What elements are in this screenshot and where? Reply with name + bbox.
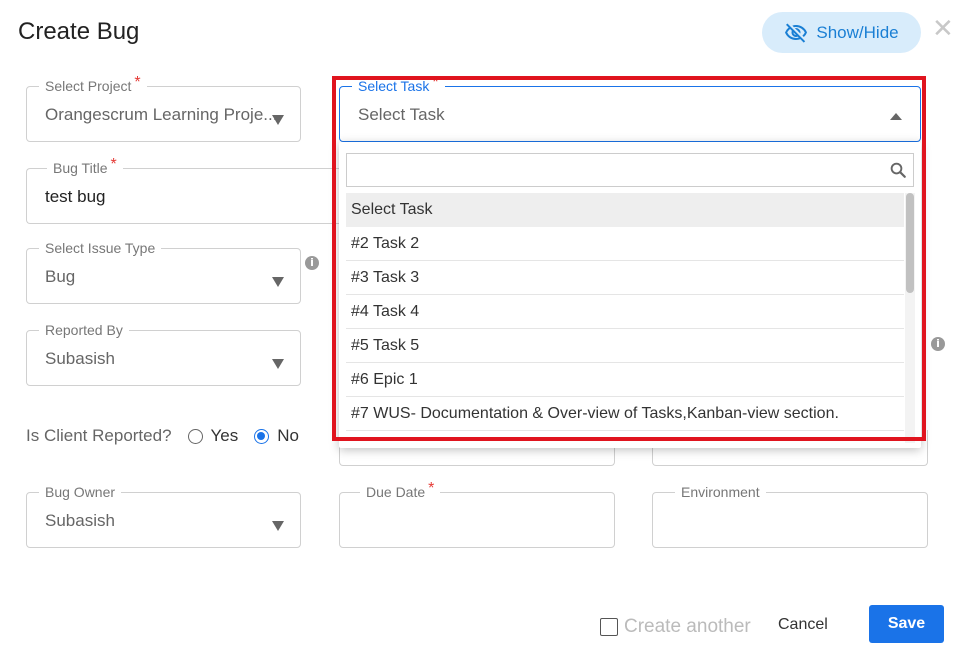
select-issue-type-value: Bug <box>45 267 76 286</box>
reported-by-field[interactable]: Reported By Subasish <box>26 322 301 386</box>
close-icon[interactable]: ✕ <box>932 15 954 41</box>
environment-label: Environment <box>681 484 760 500</box>
required-asterisk: * <box>428 480 435 497</box>
caret-down-icon <box>272 277 284 287</box>
reported-by-label: Reported By <box>45 322 123 338</box>
radio-yes[interactable] <box>187 428 203 444</box>
select-issue-type-field[interactable]: Select Issue Type Bug <box>26 240 301 304</box>
eye-off-icon <box>785 22 808 43</box>
environment-field[interactable]: Environment <box>652 484 928 548</box>
create-another-checkbox-group[interactable]: Create another <box>600 616 751 638</box>
required-asterisk: * <box>110 156 117 173</box>
bug-owner-value: Subasish <box>45 511 115 530</box>
select-project-field[interactable]: Select Project * Orangescrum Learning Pro… <box>26 74 301 142</box>
dialog-title: Create Bug <box>18 18 140 45</box>
caret-down-icon <box>272 359 284 369</box>
cancel-button[interactable]: Cancel <box>778 616 828 634</box>
due-date-field[interactable]: Due Date * <box>339 480 615 548</box>
save-button[interactable]: Save <box>869 605 944 643</box>
bug-owner-field[interactable]: Bug Owner Subasish <box>26 484 301 548</box>
reported-by-value: Subasish <box>45 349 115 368</box>
radio-no-label[interactable]: No <box>277 426 299 446</box>
highlight-box <box>332 76 926 441</box>
radio-no[interactable] <box>254 428 270 444</box>
show-hide-button[interactable]: Show/Hide <box>762 12 921 53</box>
bug-title-value: test bug <box>45 187 106 206</box>
select-project-label: Select Project <box>45 78 132 94</box>
create-another-checkbox[interactable] <box>600 618 618 636</box>
create-another-label: Create another <box>624 616 751 637</box>
due-date-label: Due Date <box>366 484 426 500</box>
client-reported-label: Is Client Reported? <box>26 426 172 445</box>
show-hide-label: Show/Hide <box>816 22 899 42</box>
select-issue-type-label: Select Issue Type <box>45 240 156 256</box>
radio-yes-label[interactable]: Yes <box>211 426 239 446</box>
bug-owner-label: Bug Owner <box>45 484 116 500</box>
client-reported-group: Is Client Reported? Yes No <box>26 426 299 446</box>
bug-title-field[interactable]: Bug Title * test bug <box>26 156 346 224</box>
caret-down-icon <box>272 115 284 125</box>
caret-down-icon <box>272 521 284 531</box>
bug-title-label: Bug Title <box>53 160 108 176</box>
info-icon[interactable]: i <box>305 256 319 270</box>
required-asterisk: * <box>134 74 141 91</box>
info-icon[interactable]: i <box>931 337 945 351</box>
select-project-value: Orangescrum Learning Proje... <box>45 105 277 124</box>
